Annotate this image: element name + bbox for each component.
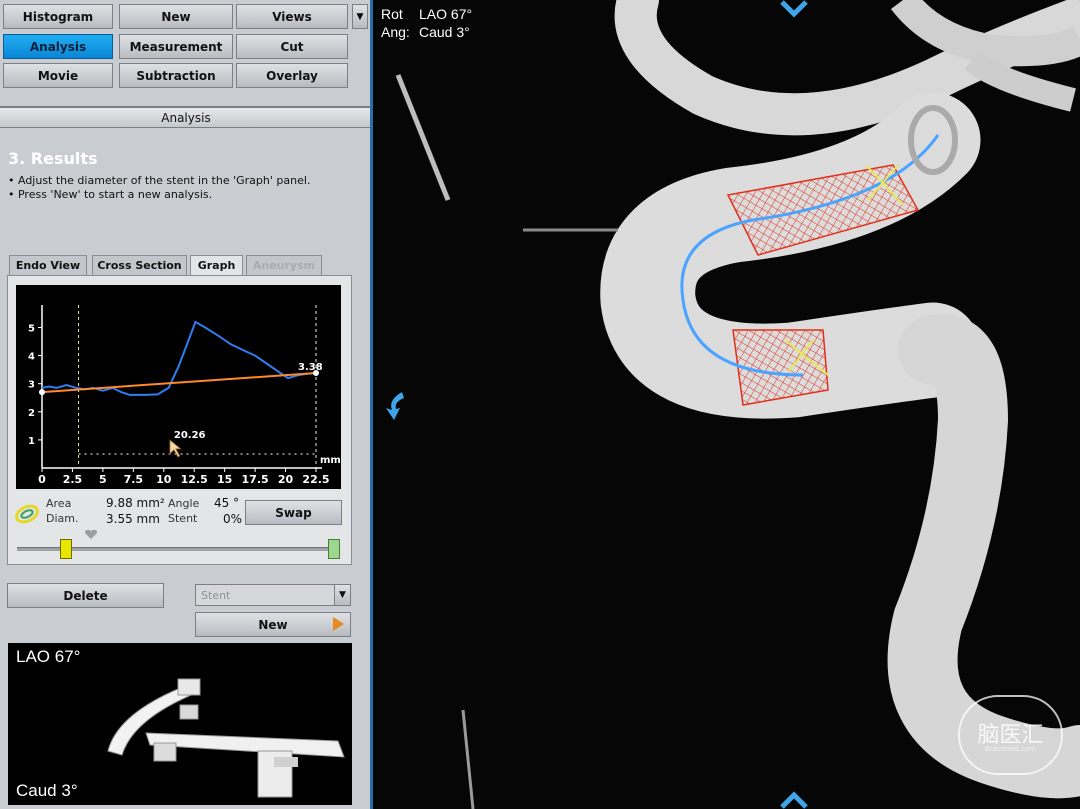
movie-button[interactable]: Movie xyxy=(3,63,113,88)
angulation-label: Ang: xyxy=(381,24,410,40)
rotation-value: LAO 67° xyxy=(419,6,473,22)
tab-aneurysm: Aneurysm xyxy=(246,255,322,275)
histogram-button[interactable]: Histogram xyxy=(3,4,113,29)
stent-select[interactable]: Stent ▼ xyxy=(195,584,351,606)
rotate-down-icon[interactable] xyxy=(778,790,814,809)
area-value: 9.88 mm² xyxy=(106,496,165,510)
angle-value: 45 ° xyxy=(214,496,240,510)
c-arm-orientation-view: LAO 67° Caud 3° xyxy=(8,643,352,805)
x-tick-label: 5 xyxy=(99,473,107,486)
vessel-render xyxy=(395,0,1080,809)
chevron-down-icon[interactable]: ▼ xyxy=(334,585,350,605)
cursor-value-label: 20.26 xyxy=(174,430,206,441)
overlay-button[interactable]: Overlay xyxy=(236,63,348,88)
new-view-button[interactable]: New xyxy=(119,4,233,29)
diameter-graph[interactable]: 0 2.5 5 7.5 10 12.5 15 17.5 20 22.5 1 2 3 4 5 mm 3.38 20.… xyxy=(16,285,341,489)
area-label: Area xyxy=(46,497,72,510)
tab-cross-section[interactable]: Cross Section xyxy=(92,255,187,275)
analysis-section-header: Analysis xyxy=(0,106,372,128)
x-tick-label: 12.5 xyxy=(181,473,208,486)
x-tick-label: 7.5 xyxy=(124,473,144,486)
control-panel: Histogram New Views ▼ Analysis Measureme… xyxy=(0,0,372,809)
tab-graph[interactable]: Graph xyxy=(190,255,243,275)
diameter-label: Diam. xyxy=(46,512,79,525)
new-analysis-label: New xyxy=(258,617,288,632)
stent-value: 0% xyxy=(223,512,243,526)
angulation-value: Caud 3° xyxy=(419,24,470,40)
y-tick-label: 3 xyxy=(28,380,35,391)
x-tick-label: 10 xyxy=(156,473,172,486)
watermark-logo: 脑医汇 Brainmed.com xyxy=(958,695,1063,775)
tab-endo-view[interactable]: Endo View xyxy=(9,255,87,275)
start-point xyxy=(39,389,45,396)
stent-series-line xyxy=(41,372,317,394)
camera-angulation-label: Caud 3° xyxy=(16,781,78,800)
vessel-ring-icon xyxy=(15,504,39,524)
end-value-label: 3.38 xyxy=(298,362,323,373)
x-tick-label: 2.5 xyxy=(63,473,83,486)
rotation-label: Rot xyxy=(381,6,403,22)
delete-button[interactable]: Delete xyxy=(7,583,164,608)
measurement-button[interactable]: Measurement xyxy=(119,34,233,59)
cut-button[interactable]: Cut xyxy=(236,34,348,59)
views-dropdown-icon[interactable]: ▼ xyxy=(352,4,368,29)
diameter-series-line xyxy=(41,320,317,396)
y-tick-label: 5 xyxy=(28,323,35,334)
x-axis-label: mm xyxy=(320,455,341,466)
slider-end-handle[interactable] xyxy=(328,539,340,559)
x-tick-label: 17.5 xyxy=(242,473,269,486)
instruction-line-2: • Press 'New' to start a new analysis. xyxy=(8,188,213,201)
x-tick-label: 20 xyxy=(278,473,294,486)
y-tick-label: 4 xyxy=(28,352,35,363)
stent-label: Stent xyxy=(168,512,198,525)
x-tick-label: 15 xyxy=(217,473,232,486)
camera-rotation-label: LAO 67° xyxy=(16,647,81,666)
stent-select-value: Stent xyxy=(201,588,231,602)
instruction-line-1: • Adjust the diameter of the stent in th… xyxy=(8,174,311,187)
x-tick-label: 22.5 xyxy=(302,473,329,486)
angle-label: Angle xyxy=(168,497,200,510)
subtraction-button[interactable]: Subtraction xyxy=(119,63,233,88)
c-arm-icon xyxy=(107,678,345,798)
heart-icon xyxy=(84,530,98,539)
swap-button[interactable]: Swap xyxy=(245,500,342,525)
play-arrow-icon xyxy=(333,617,344,631)
rotate-left-icon[interactable] xyxy=(382,388,408,424)
views-button[interactable]: Views xyxy=(236,4,348,29)
results-title: 3. Results xyxy=(8,149,98,168)
x-tick-label: 0 xyxy=(38,473,46,486)
new-analysis-button[interactable]: New xyxy=(195,612,351,637)
analysis-button[interactable]: Analysis xyxy=(3,34,113,59)
watermark-subtitle: Brainmed.com xyxy=(984,745,1037,753)
diameter-value: 3.55 mm xyxy=(106,512,160,526)
y-tick-label: 1 xyxy=(28,436,35,447)
rotate-up-icon[interactable] xyxy=(778,0,814,20)
y-tick-label: 2 xyxy=(28,408,35,419)
slider-start-handle[interactable] xyxy=(59,539,72,559)
3d-vessel-viewport[interactable]: Rot LAO 67° Ang: Caud 3° 脑医汇 Brainmed.co… xyxy=(373,0,1080,809)
